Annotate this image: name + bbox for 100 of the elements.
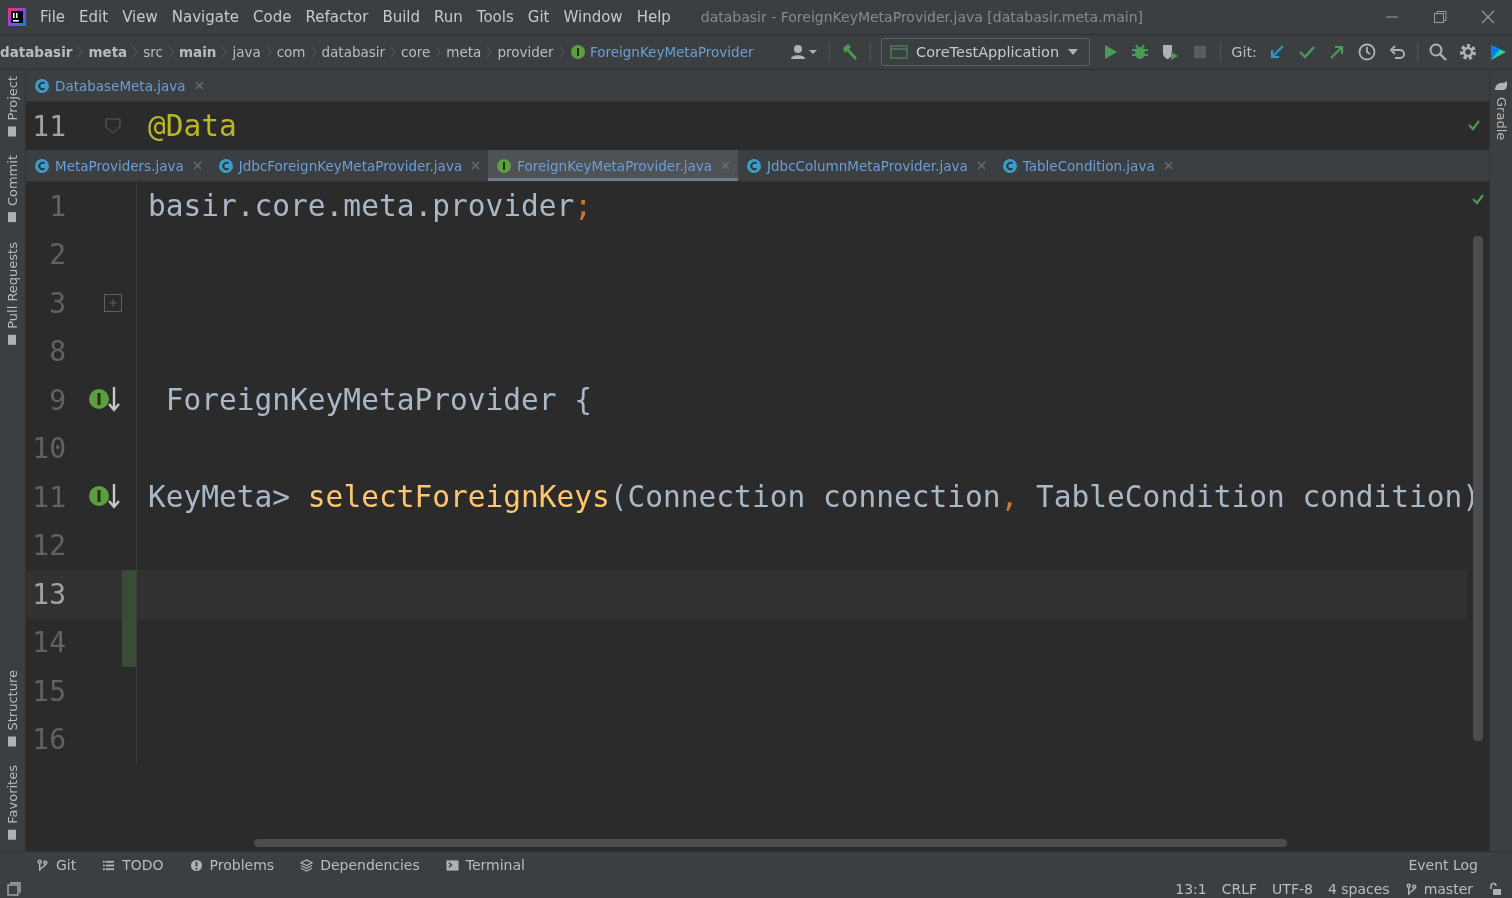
user-dropdown-icon[interactable]: [789, 42, 819, 62]
close-icon[interactable]: [1163, 161, 1173, 170]
fold-icon[interactable]: [104, 117, 122, 135]
chevron-icon: [265, 45, 272, 59]
code-line: KeyMeta> selectForeignKeys(Connection connection, TableCondition condition): [147, 480, 1481, 515]
search-icon[interactable]: [1428, 42, 1448, 62]
panel-icon: [6, 333, 19, 346]
menu-item[interactable]: Refactor: [305, 8, 369, 26]
event-log-button[interactable]: Event Log: [1408, 857, 1478, 873]
run-configuration-dropdown[interactable]: CoreTestApplication: [881, 38, 1091, 66]
breadcrumb[interactable]: main: [178, 44, 217, 60]
breadcrumb[interactable]: provider: [497, 44, 554, 60]
list-icon: [102, 858, 116, 872]
check-icon: [1471, 192, 1485, 206]
menu-item[interactable]: Run: [434, 8, 463, 26]
panel-icon: [6, 735, 19, 748]
line-number: 11: [31, 480, 67, 514]
panel-icon: [6, 829, 19, 841]
chevron-icon: [390, 45, 397, 59]
bug-icon[interactable]: [1130, 42, 1151, 62]
git-label: Git:: [1231, 44, 1257, 60]
breadcrumb[interactable]: databasir: [321, 44, 386, 60]
change-marker[interactable]: [122, 618, 137, 667]
rollback-icon[interactable]: [1387, 42, 1407, 62]
editor-tab[interactable]: TableCondition.java: [993, 150, 1181, 181]
menu-item[interactable]: Help: [636, 8, 671, 26]
status-item[interactable]: 13:1: [1175, 881, 1207, 897]
menu-item[interactable]: Git: [527, 8, 550, 26]
interface-icon: [496, 157, 513, 174]
alert-icon: [189, 858, 203, 872]
change-marker[interactable]: [122, 570, 137, 619]
tool-window-button[interactable]: Terminal: [445, 857, 525, 873]
tool-window-tab[interactable]: Commit: [5, 155, 20, 224]
close-icon[interactable]: [471, 161, 481, 170]
tool-window-button[interactable]: Problems: [189, 857, 275, 873]
close-icon[interactable]: [194, 81, 204, 90]
breadcrumb[interactable]: meta: [88, 44, 128, 60]
line-number: 16: [31, 723, 67, 757]
menu-item[interactable]: View: [122, 8, 158, 26]
editor-tab[interactable]: JdbcForeignKeyMetaProvider.java: [209, 150, 489, 181]
tool-window-button[interactable]: Dependencies: [300, 857, 420, 873]
branch-widget[interactable]: master: [1404, 881, 1473, 897]
tool-window-tab[interactable]: Pull Requests: [5, 241, 20, 346]
tool-window-tab[interactable]: Gradle: [1493, 80, 1509, 141]
class-icon: [34, 157, 50, 174]
hammer-icon[interactable]: [840, 42, 860, 62]
status-item[interactable]: 4 spaces: [1327, 881, 1390, 897]
breadcrumb[interactable]: java: [232, 44, 261, 60]
expand-fold-icon[interactable]: [104, 294, 122, 313]
chevron-icon: [486, 45, 493, 59]
breadcrumb[interactable]: ForeignKeyMetaProvider: [569, 44, 754, 60]
tool-window-button[interactable]: Git: [36, 857, 77, 873]
scrollbar[interactable]: [254, 839, 1287, 847]
line-number: 10: [31, 432, 67, 466]
menu-item[interactable]: Code: [253, 8, 292, 26]
tool-window-tab[interactable]: Structure: [5, 669, 20, 748]
terminal-icon: [445, 858, 459, 872]
branch-icon: [36, 858, 49, 872]
breadcrumb[interactable]: meta: [446, 44, 482, 60]
code-line: @Data: [147, 109, 237, 143]
settings-icon[interactable]: [1458, 42, 1478, 62]
tool-window-button[interactable]: TODO: [102, 857, 164, 873]
close-icon[interactable]: [976, 161, 986, 170]
status-item[interactable]: CRLF: [1221, 881, 1258, 897]
status-item[interactable]: UTF-8: [1272, 881, 1313, 897]
menu-item[interactable]: Window: [563, 8, 623, 26]
line-number: 13: [31, 577, 67, 611]
menu-item[interactable]: File: [40, 8, 66, 26]
breadcrumb[interactable]: com: [276, 44, 306, 60]
tool-window-tab[interactable]: Favorites: [5, 765, 20, 841]
branch-icon: [1404, 882, 1418, 896]
panel-icon: [6, 211, 19, 224]
editor-tab[interactable]: JdbcColumnMetaProvider.java: [738, 150, 994, 181]
menu-item[interactable]: Tools: [476, 8, 514, 26]
caret-icon: [1067, 48, 1080, 56]
chevron-icon: [310, 45, 317, 59]
history-icon[interactable]: [1357, 42, 1377, 62]
breadcrumb[interactable]: databasir: [0, 44, 73, 60]
close-icon[interactable]: [192, 161, 202, 170]
check-icon: [1467, 118, 1481, 132]
line-number: 3: [48, 286, 67, 320]
class-icon: [217, 157, 234, 174]
class-icon: [34, 77, 50, 94]
plugin-logo-icon[interactable]: [1488, 42, 1508, 62]
menu-item[interactable]: Navigate: [171, 8, 240, 26]
app-logo-icon: [8, 8, 26, 26]
panel-toggle-icon[interactable]: [7, 882, 21, 896]
menu-item[interactable]: Build: [382, 8, 421, 26]
code-line: basir.core.meta.provider;: [147, 189, 593, 224]
scrollbar[interactable]: [1473, 236, 1483, 741]
editor-tab[interactable]: ForeignKeyMetaProvider.java: [488, 150, 739, 181]
menu-item[interactable]: Edit: [79, 8, 109, 26]
editor-tab[interactable]: DatabaseMeta.java: [26, 70, 212, 101]
editor-tab[interactable]: MetaProviders.java: [26, 150, 210, 181]
lock-icon[interactable]: [1488, 882, 1502, 896]
line-number: 11: [31, 109, 67, 143]
breadcrumb[interactable]: core: [401, 44, 431, 60]
code-line: ForeignKeyMetaProvider {: [164, 383, 592, 418]
tool-window-tab[interactable]: Project: [5, 76, 20, 138]
breadcrumb[interactable]: src: [143, 44, 163, 60]
